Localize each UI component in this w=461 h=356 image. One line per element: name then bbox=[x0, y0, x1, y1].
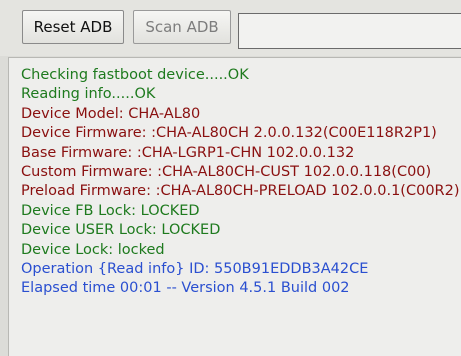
log-line: Device Lock: locked bbox=[21, 241, 165, 258]
log-line: Device FB Lock: LOCKED bbox=[21, 202, 200, 219]
log-line: Custom Firmware: :CHA-AL80CH-CUST 102.0.… bbox=[21, 164, 432, 181]
input-field[interactable] bbox=[238, 13, 461, 49]
log-line: Checking fastboot device.....OK bbox=[21, 67, 249, 83]
log-output[interactable]: Checking fastboot device.....OK Reading … bbox=[8, 57, 461, 356]
log-line: Device USER Lock: LOCKED bbox=[21, 222, 221, 239]
log-line: Device Firmware: :CHA-AL80CH 2.0.0.132(C… bbox=[21, 125, 437, 142]
scan-adb-button[interactable]: Scan ADB bbox=[133, 10, 231, 44]
log-line: Base Firmware: :CHA-LGRP1-CHN 102.0.0.13… bbox=[21, 144, 355, 161]
log-line: Elapsed time 00:01 -- Version 4.5.1 Buil… bbox=[21, 280, 350, 297]
log-line: Reading info.....OK bbox=[21, 86, 156, 103]
toolbar: Reset ADB Scan ADB bbox=[0, 0, 461, 56]
log-line: Preload Firmware: :CHA-AL80CH-PRELOAD 10… bbox=[21, 183, 460, 200]
log-list: Checking fastboot device.....OK Reading … bbox=[21, 66, 460, 299]
log-line: Operation {Read info} ID: 550B91EDDB3A42… bbox=[21, 261, 369, 278]
reset-adb-button[interactable]: Reset ADB bbox=[22, 10, 124, 44]
log-line: Device Model: CHA-AL80 bbox=[21, 105, 201, 122]
